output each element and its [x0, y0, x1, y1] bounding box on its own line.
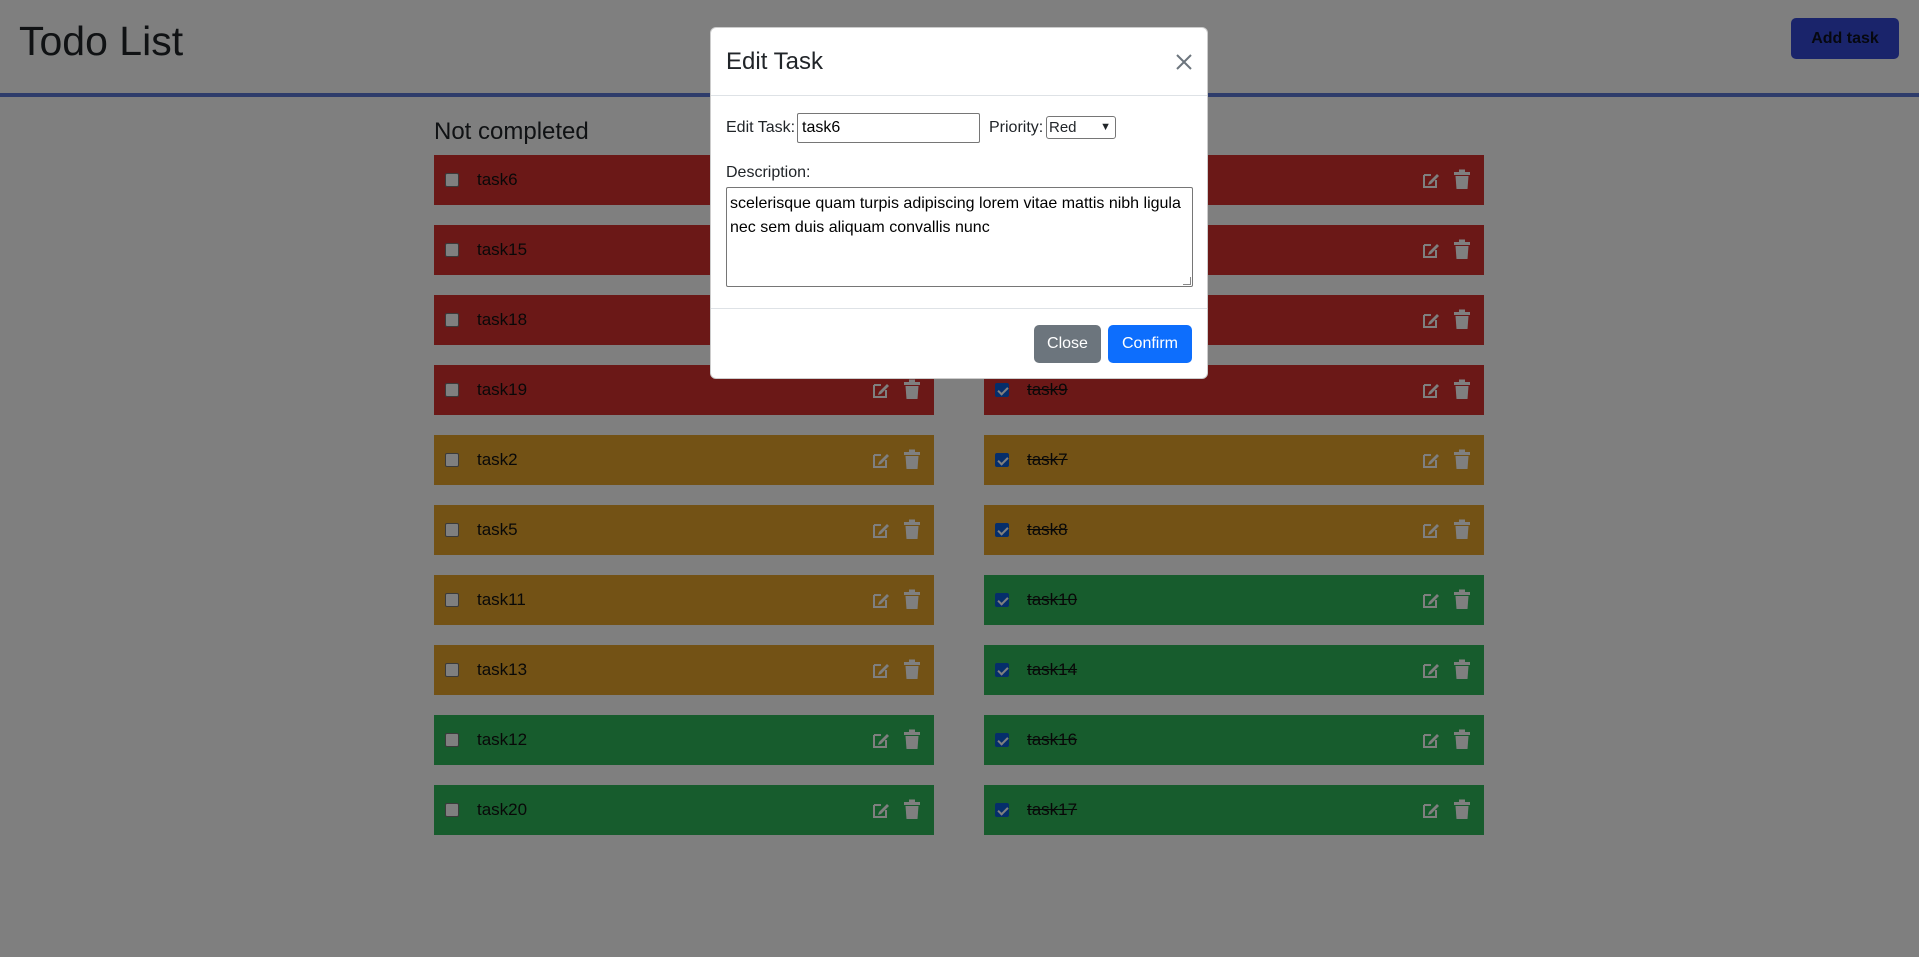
confirm-button[interactable]: Confirm	[1108, 325, 1192, 363]
description-text: scelerisque quam turpis adipiscing lorem…	[730, 195, 1181, 236]
edit-task-modal: Edit Task Edit Task: Priority: Red ▼ Des…	[710, 27, 1208, 379]
resize-handle-icon[interactable]	[1183, 277, 1191, 285]
close-button[interactable]: Close	[1034, 325, 1101, 363]
modal-header: Edit Task	[711, 28, 1207, 96]
description-label: Description:	[726, 164, 811, 181]
edit-task-label: Edit Task:	[726, 119, 796, 136]
close-icon[interactable]	[1172, 50, 1196, 74]
priority-select[interactable]: Red ▼	[1046, 116, 1116, 139]
modal-title: Edit Task	[726, 48, 823, 75]
chevron-down-icon: ▼	[1100, 121, 1111, 133]
priority-selected-value: Red	[1049, 119, 1077, 136]
task-name-input[interactable]	[797, 113, 980, 143]
priority-label: Priority:	[989, 119, 1044, 136]
modal-footer: Close Confirm	[711, 308, 1207, 378]
description-textarea[interactable]: scelerisque quam turpis adipiscing lorem…	[726, 187, 1193, 287]
